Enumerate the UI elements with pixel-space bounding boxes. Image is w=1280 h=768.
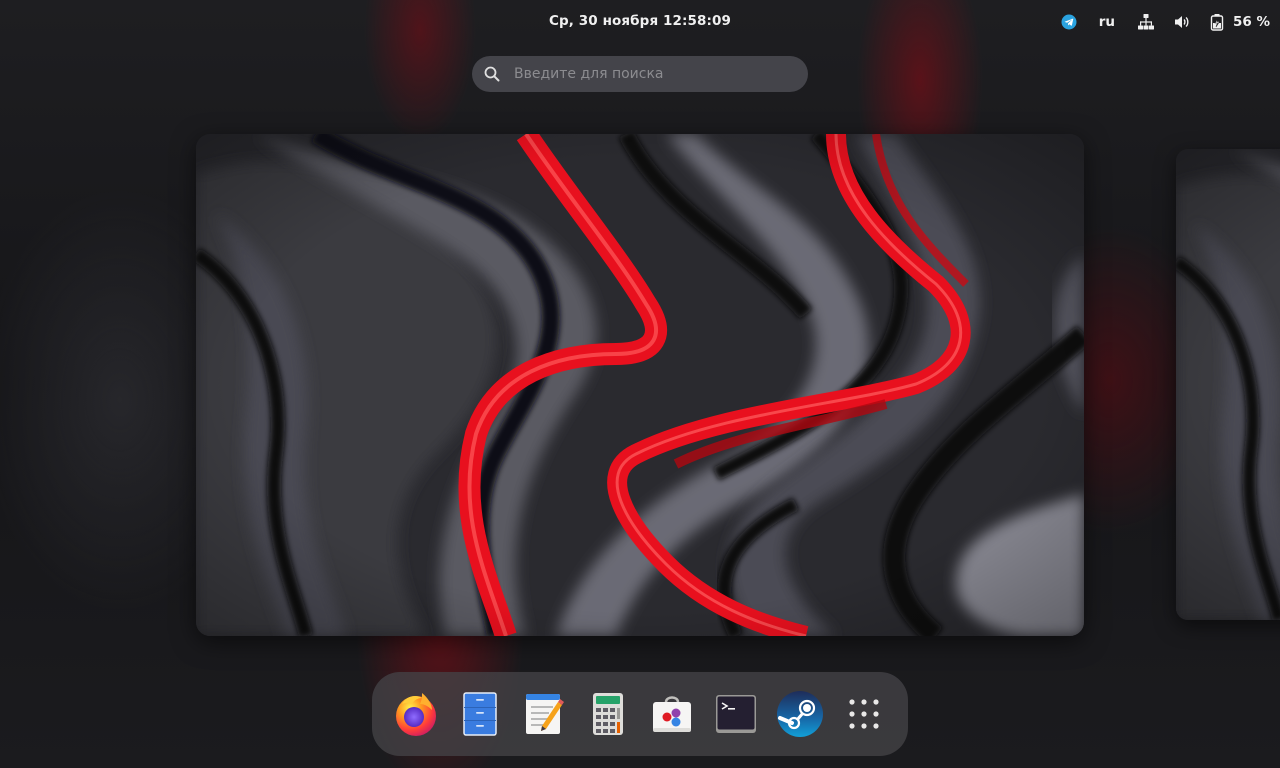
terminal-icon (715, 693, 757, 735)
keyboard-layout-indicator[interactable]: ru (1099, 11, 1115, 33)
dash-software[interactable] (644, 686, 700, 742)
dash-text-editor[interactable] (516, 686, 572, 742)
volume-icon[interactable] (1173, 13, 1191, 31)
text-editor-icon (522, 692, 566, 736)
telegram-icon[interactable] (1061, 14, 1077, 30)
steam-icon (776, 690, 824, 738)
firefox-icon (392, 690, 440, 738)
calculator-icon (590, 692, 626, 736)
wallpaper-image (196, 134, 1084, 636)
show-applications-button[interactable] (836, 686, 892, 742)
search-icon (484, 66, 500, 82)
dash-files[interactable] (452, 686, 508, 742)
system-tray[interactable]: ru 56 % (1061, 11, 1270, 33)
workspace-thumbnail-current[interactable] (196, 134, 1084, 636)
battery-percentage[interactable]: 56 % (1233, 11, 1270, 33)
dash-firefox[interactable] (388, 686, 444, 742)
dash-terminal[interactable] (708, 686, 764, 742)
dash-steam[interactable] (772, 686, 828, 742)
search-input[interactable] (512, 65, 786, 83)
dash-calculator[interactable] (580, 686, 636, 742)
software-store-icon (650, 692, 694, 736)
workspace-thumbnail-next[interactable] (1176, 149, 1280, 620)
app-grid-icon (847, 697, 881, 731)
wired-network-icon[interactable] (1137, 13, 1155, 31)
wallpaper-image-next (1176, 149, 1280, 620)
dash (372, 672, 908, 756)
battery-charging-icon[interactable] (1209, 13, 1225, 31)
top-bar: Ср, 30 ноября 12:58:09 ru 56 % (0, 0, 1280, 44)
files-icon (460, 691, 500, 737)
search-entry[interactable] (472, 56, 808, 92)
